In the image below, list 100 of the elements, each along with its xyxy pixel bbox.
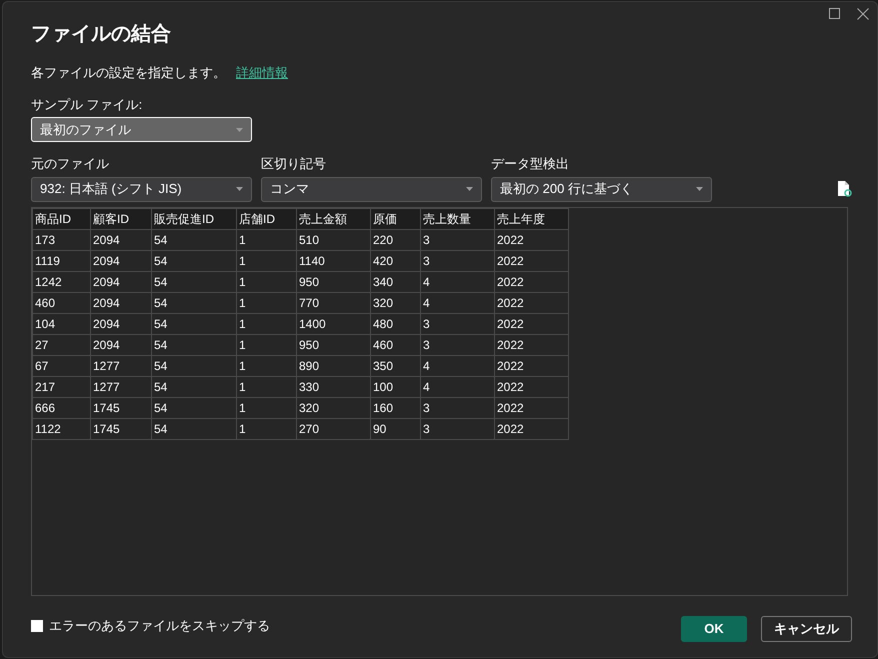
table-cell: 1277 <box>90 376 152 397</box>
delimiter-dropdown[interactable]: コンマ <box>261 176 482 202</box>
table-cell: 2022 <box>494 229 568 250</box>
table-cell: 54 <box>152 334 236 355</box>
table-cell: 1400 <box>296 313 370 334</box>
cancel-button[interactable]: キャンセル <box>761 616 852 642</box>
table-cell: 950 <box>296 271 370 292</box>
table-cell: 420 <box>370 250 420 271</box>
table-cell: 2094 <box>90 229 152 250</box>
table-cell: 2094 <box>90 271 152 292</box>
table-cell: 1 <box>236 418 296 439</box>
table-cell: 2022 <box>494 250 568 271</box>
sample-file-dropdown[interactable]: 最初のファイル <box>31 117 252 142</box>
table-cell: 2022 <box>494 397 568 418</box>
table-cell: 270 <box>296 418 370 439</box>
details-link[interactable]: 詳細情報 <box>236 63 288 82</box>
table-cell: 320 <box>370 292 420 313</box>
data-type-detection-dropdown[interactable]: 最初の 200 行に基づく <box>491 176 712 202</box>
table-cell: 54 <box>152 313 236 334</box>
delimiter-label: 区切り記号 <box>261 155 326 173</box>
table-cell: 1 <box>236 271 296 292</box>
table-cell: 173 <box>32 229 90 250</box>
table-cell: 2094 <box>90 292 152 313</box>
table-cell: 217 <box>32 376 90 397</box>
table-cell: 160 <box>370 397 420 418</box>
table-cell: 90 <box>370 418 420 439</box>
table-cell: 3 <box>420 334 494 355</box>
column-header: 販売促進ID <box>152 208 236 229</box>
table-cell: 1140 <box>296 250 370 271</box>
table-cell: 480 <box>370 313 420 334</box>
table-cell: 2094 <box>90 250 152 271</box>
table-cell: 3 <box>420 250 494 271</box>
table-cell: 2022 <box>494 355 568 376</box>
table-cell: 54 <box>152 376 236 397</box>
table-cell: 1 <box>236 334 296 355</box>
table-cell: 54 <box>152 271 236 292</box>
table-cell: 460 <box>370 334 420 355</box>
table-cell: 460 <box>32 292 90 313</box>
table-cell: 54 <box>152 250 236 271</box>
table-cell: 950 <box>296 334 370 355</box>
table-cell: 330 <box>296 376 370 397</box>
table-cell: 54 <box>152 418 236 439</box>
table-cell: 2022 <box>494 418 568 439</box>
column-header: 商品ID <box>32 208 90 229</box>
checkbox[interactable] <box>31 620 43 632</box>
table-cell: 104 <box>32 313 90 334</box>
table-cell: 2094 <box>90 313 152 334</box>
ok-button[interactable]: OK <box>681 616 747 642</box>
table-cell: 666 <box>32 397 90 418</box>
table-cell: 54 <box>152 397 236 418</box>
table-cell: 3 <box>420 397 494 418</box>
table-cell: 510 <box>296 229 370 250</box>
checkbox-label: エラーのあるファイルをスキップする <box>49 616 270 635</box>
table-cell: 1 <box>236 397 296 418</box>
table-cell: 1745 <box>90 397 152 418</box>
table-cell: 2022 <box>494 313 568 334</box>
table-cell: 1 <box>236 292 296 313</box>
source-file-label: 元のファイル <box>31 155 109 173</box>
table-cell: 3 <box>420 229 494 250</box>
table-cell: 100 <box>370 376 420 397</box>
maximize-icon[interactable] <box>829 8 841 20</box>
table-cell: 2022 <box>494 334 568 355</box>
table-cell: 320 <box>296 397 370 418</box>
table-cell: 340 <box>370 271 420 292</box>
caret-icon <box>236 128 243 132</box>
table-cell: 2022 <box>494 271 568 292</box>
caret-icon <box>466 187 473 191</box>
table-cell: 1 <box>236 229 296 250</box>
table-cell: 54 <box>152 292 236 313</box>
table-cell: 1 <box>236 313 296 334</box>
table-cell: 67 <box>32 355 90 376</box>
table-cell: 27 <box>32 334 90 355</box>
column-header: 店舗ID <box>236 208 296 229</box>
window-title: ファイルの結合 <box>31 22 171 47</box>
table-cell: 4 <box>420 355 494 376</box>
caret-icon <box>696 187 703 191</box>
table-cell: 1 <box>236 250 296 271</box>
close-icon[interactable] <box>857 8 869 20</box>
table-cell: 1745 <box>90 418 152 439</box>
source-file-dropdown[interactable]: 932: 日本語 (シフト JIS) <box>31 176 252 202</box>
table-cell: 770 <box>296 292 370 313</box>
table-cell: 1 <box>236 355 296 376</box>
table-cell: 54 <box>152 355 236 376</box>
table-cell: 54 <box>152 229 236 250</box>
table-cell: 4 <box>420 292 494 313</box>
table-cell: 4 <box>420 271 494 292</box>
table-cell: 4 <box>420 376 494 397</box>
table-cell: 3 <box>420 418 494 439</box>
table-cell: 220 <box>370 229 420 250</box>
table-cell: 890 <box>296 355 370 376</box>
table-cell: 1122 <box>32 418 90 439</box>
table-cell: 3 <box>420 313 494 334</box>
refresh-file-icon[interactable] <box>837 180 852 196</box>
column-header: 売上金額 <box>296 208 370 229</box>
table-cell: 1 <box>236 376 296 397</box>
table-cell: 1277 <box>90 355 152 376</box>
table-cell: 2022 <box>494 292 568 313</box>
table-cell: 2094 <box>90 334 152 355</box>
caret-icon <box>236 187 243 191</box>
table-cell: 1119 <box>32 250 90 271</box>
